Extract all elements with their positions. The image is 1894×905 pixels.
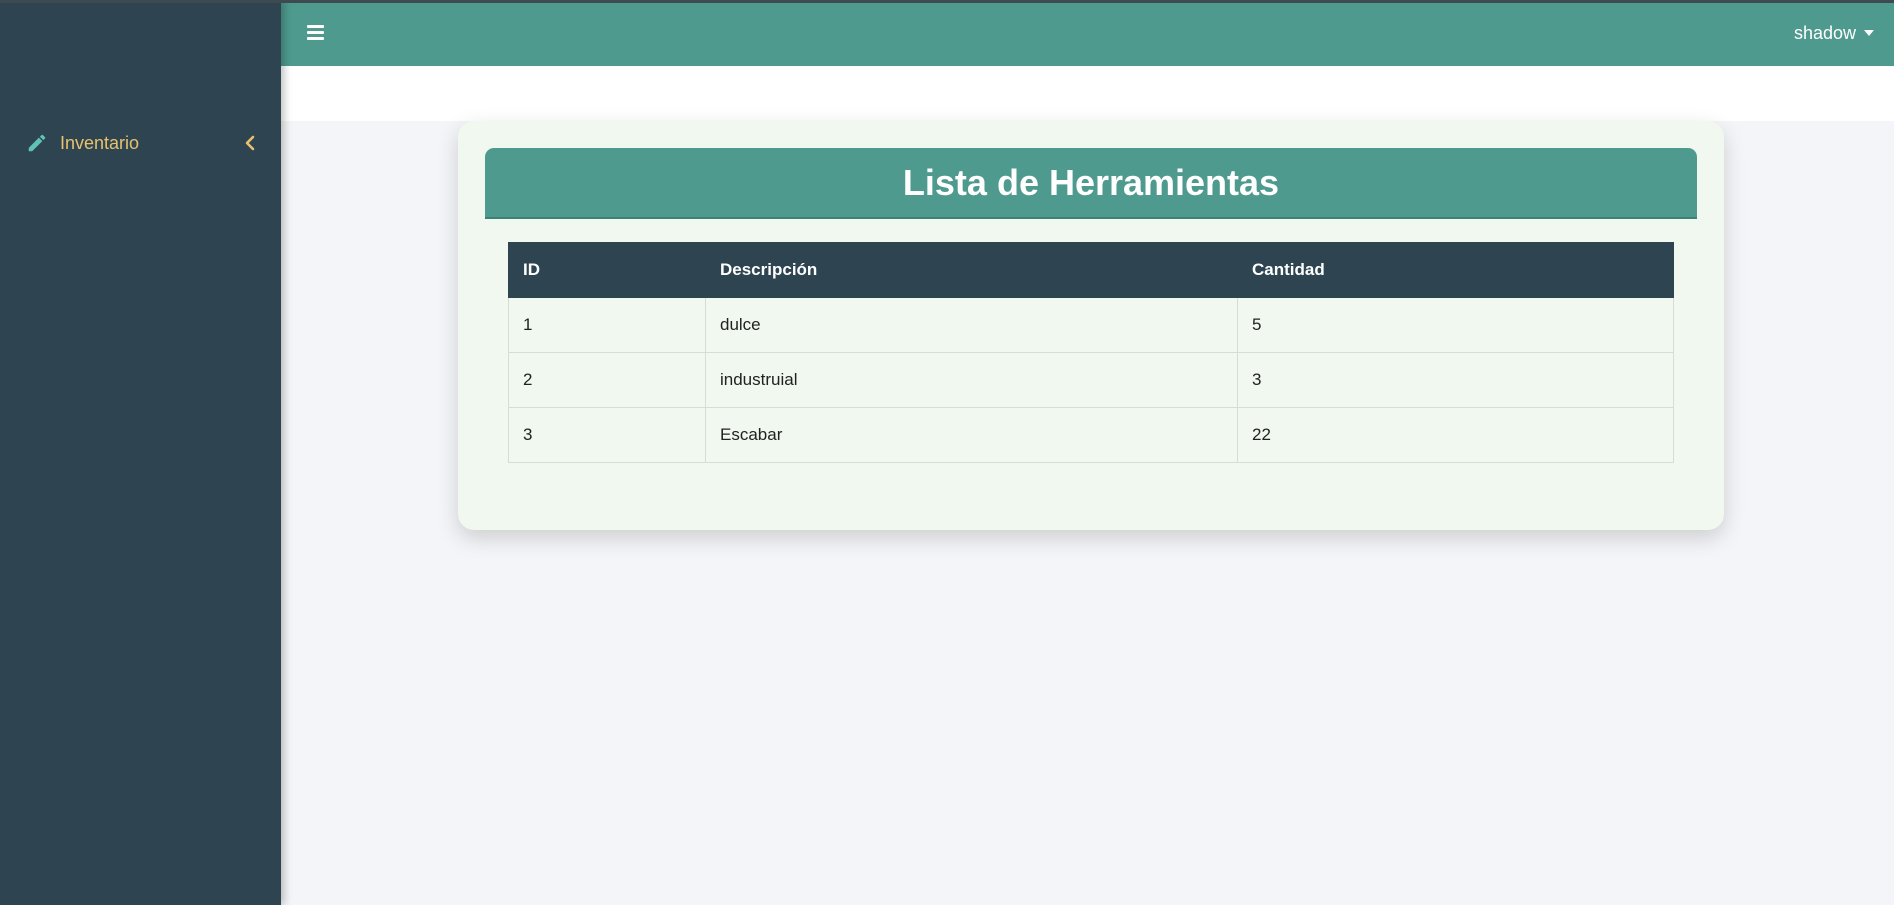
cell-id: 1: [508, 297, 706, 353]
sidebar: Inventario: [0, 0, 281, 905]
cell-cantidad: 3: [1237, 352, 1674, 408]
cell-cantidad: 5: [1237, 297, 1674, 353]
chevron-left-icon[interactable]: [244, 135, 256, 151]
cell-descripcion: dulce: [705, 297, 1238, 353]
card-header: Lista de Herramientas: [485, 148, 1697, 219]
cell-cantidad: 22: [1237, 407, 1674, 463]
tools-card: Lista de Herramientas ID Descripción Can…: [458, 121, 1724, 530]
table-row: 1 dulce 5: [508, 297, 1674, 353]
sidebar-item-inventario[interactable]: Inventario: [0, 126, 281, 160]
cell-id: 2: [508, 352, 706, 408]
content-header-band: [281, 66, 1894, 121]
table-row: 2 industruial 3: [508, 352, 1674, 408]
hamburger-icon[interactable]: [307, 25, 325, 43]
page-title: Lista de Herramientas: [902, 161, 1280, 203]
sidebar-item-label: Inventario: [60, 133, 140, 153]
pencil-icon: [28, 134, 46, 152]
column-header-descripcion: Descripción: [705, 242, 1238, 298]
table-row: 3 Escabar 22: [508, 407, 1674, 463]
column-header-cantidad: Cantidad: [1237, 242, 1674, 298]
cell-id: 3: [508, 407, 706, 463]
top-navbar: shadow: [281, 3, 1894, 66]
cell-descripcion: industruial: [705, 352, 1238, 408]
user-name: shadow: [1793, 23, 1856, 43]
caret-down-icon: [1864, 29, 1874, 36]
tools-table: ID Descripción Cantidad 1 dulce 5 2 indu…: [508, 242, 1674, 463]
column-header-id: ID: [508, 242, 706, 298]
window-top-border: [0, 0, 1894, 3]
cell-descripcion: Escabar: [705, 407, 1238, 463]
user-dropdown[interactable]: shadow: [1794, 23, 1874, 44]
table-header-row: ID Descripción Cantidad: [508, 242, 1674, 298]
